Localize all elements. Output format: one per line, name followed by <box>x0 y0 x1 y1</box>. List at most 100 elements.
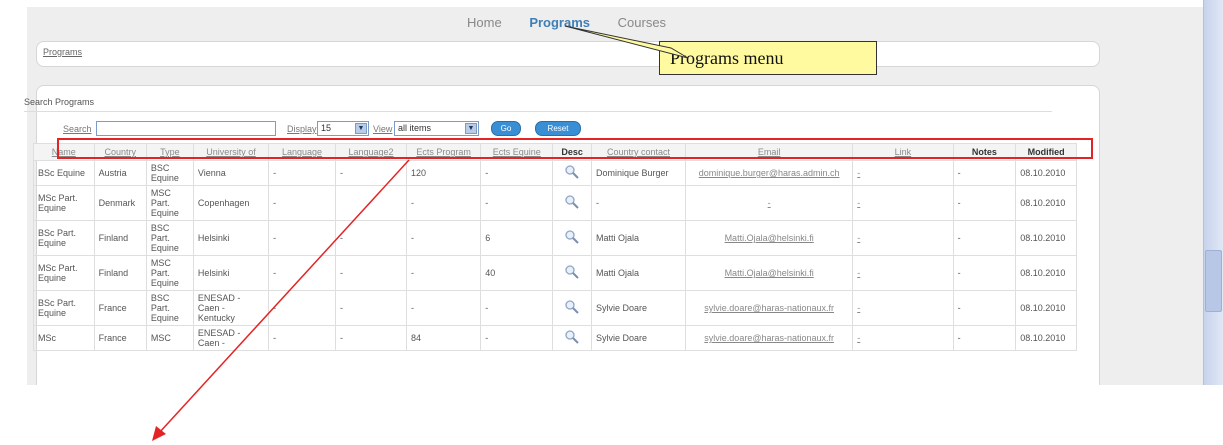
cell-modified: 08.10.2010 <box>1015 290 1077 326</box>
col-header-link[interactable]: Link <box>852 143 954 161</box>
cell-country: France <box>93 290 147 326</box>
divider <box>24 111 1052 112</box>
cell-language2: - <box>334 325 408 351</box>
desc-cell[interactable] <box>552 255 592 291</box>
magnifier-icon[interactable] <box>564 164 580 180</box>
display-select[interactable]: 15 ▼ <box>317 121 369 136</box>
table-row: MSc France MSC ENESAD - Caen - - -84- Sylvie D… <box>33 325 1077 351</box>
col-header-country[interactable]: Country <box>93 143 147 161</box>
col-header-ects-equine[interactable]: Ects Equine <box>480 143 554 161</box>
top-nav: Home Programs Courses <box>467 15 690 30</box>
cell-ects-program: - <box>406 255 482 291</box>
cell-link[interactable]: - <box>852 325 954 351</box>
search-input[interactable] <box>96 121 276 136</box>
nav-courses[interactable]: Courses <box>618 15 666 30</box>
cell-ects-equine: - <box>480 325 554 351</box>
cell-notes: - <box>952 255 1017 291</box>
cell-modified: 08.10.2010 <box>1015 255 1077 291</box>
cell-email[interactable]: dominique.burger@haras.admin.ch <box>685 160 854 186</box>
table-row: BSc Part. Equine France BSC Part. Equine EN… <box>33 290 1077 326</box>
cell-country: Finland <box>93 255 147 291</box>
cell-type: MSC <box>145 325 194 351</box>
cell-type: BSC Part. Equine <box>145 290 194 326</box>
view-value: all items <box>398 123 432 133</box>
nav-programs[interactable]: Programs <box>529 15 590 30</box>
cell-language: - <box>268 185 336 221</box>
cell-university: ENESAD - Caen - Kentucky <box>192 290 270 326</box>
cell-link[interactable]: - <box>852 185 954 221</box>
cell-modified: 08.10.2010 <box>1015 160 1077 186</box>
cell-type: BSC Part. Equine <box>145 220 194 256</box>
cell-name: BSc Equine <box>33 160 95 186</box>
desc-cell[interactable] <box>552 185 592 221</box>
chevron-down-icon: ▼ <box>465 123 477 134</box>
col-header-email[interactable]: Email <box>685 143 854 161</box>
cell-ects-equine: 6 <box>480 220 554 256</box>
magnifier-icon[interactable] <box>564 229 580 245</box>
cell-type: BSC Equine <box>145 160 194 186</box>
view-label: View <box>373 124 393 134</box>
cell-language2 <box>334 185 408 221</box>
reset-button[interactable]: Reset <box>535 121 581 136</box>
col-header-university[interactable]: University of <box>192 143 270 161</box>
desc-cell[interactable] <box>552 160 592 186</box>
col-header-language2[interactable]: Language2 <box>334 143 408 161</box>
display-value: 15 <box>321 123 332 133</box>
cell-email[interactable]: sylvie.doare@haras-nationaux.fr <box>685 290 854 326</box>
cell-email[interactable]: Matti.Ojala@helsinki.fi <box>685 220 854 256</box>
cell-contact: Sylvie Doare <box>590 290 687 326</box>
view-select[interactable]: all items ▼ <box>394 121 479 136</box>
programs-menu-callout: Programs menu <box>659 41 877 75</box>
chevron-down-icon: ▼ <box>355 123 367 134</box>
col-header-name[interactable]: Name <box>33 143 95 161</box>
cell-link[interactable]: - <box>852 160 954 186</box>
nav-home[interactable]: Home <box>467 15 502 30</box>
cell-language: - <box>268 290 336 326</box>
vertical-scrollbar[interactable] <box>1203 0 1223 385</box>
cell-email[interactable]: sylvie.doare@haras-nationaux.fr <box>685 325 854 351</box>
cell-email[interactable]: Matti.Ojala@helsinki.fi <box>685 255 854 291</box>
magnifier-icon[interactable] <box>564 299 580 315</box>
magnifier-icon[interactable] <box>564 264 580 280</box>
go-button[interactable]: Go <box>491 121 521 136</box>
cell-notes: - <box>952 185 1017 221</box>
col-header-ects-program[interactable]: Ects Program <box>406 143 482 161</box>
magnifier-icon[interactable] <box>564 329 580 345</box>
search-label: Search <box>63 124 92 134</box>
magnifier-icon[interactable] <box>564 194 580 210</box>
cell-contact: Matti Ojala <box>590 255 687 291</box>
cell-ects-program: 84 <box>406 325 482 351</box>
desc-cell[interactable] <box>552 290 592 326</box>
cell-country: France <box>93 325 147 351</box>
col-header-desc: Desc <box>552 143 592 161</box>
cell-country: Finland <box>93 220 147 256</box>
cell-ects-program: - <box>406 220 482 256</box>
scroll-thumb[interactable] <box>1205 250 1222 312</box>
col-header-country-contact[interactable]: Country contact <box>590 143 687 161</box>
table-row: MSc Part. Equine Denmark MSC Part. Equine C… <box>33 185 1077 221</box>
cell-university: ENESAD - Caen - <box>192 325 270 351</box>
breadcrumb: Programs <box>36 41 1100 67</box>
cell-type: MSC Part. Equine <box>145 185 194 221</box>
col-header-notes: Notes <box>952 143 1017 161</box>
cell-email[interactable]: - <box>685 185 854 221</box>
col-header-language[interactable]: Language <box>268 143 336 161</box>
cell-university: Helsinki <box>192 255 270 291</box>
cell-ects-program: - <box>406 185 482 221</box>
cell-notes: - <box>952 220 1017 256</box>
breadcrumb-programs[interactable]: Programs <box>43 47 82 57</box>
cell-contact: - <box>590 185 687 221</box>
cell-notes: - <box>952 290 1017 326</box>
table-row: MSc Part. Equine Finland MSC Part. Equine H… <box>33 255 1077 291</box>
cell-link[interactable]: - <box>852 290 954 326</box>
cell-link[interactable]: - <box>852 255 954 291</box>
cell-country: Denmark <box>93 185 147 221</box>
desc-cell[interactable] <box>552 325 592 351</box>
cell-link[interactable]: - <box>852 220 954 256</box>
cell-ects-equine: - <box>480 290 554 326</box>
cell-country: Austria <box>93 160 147 186</box>
table-row: BSc Part. Equine Finland BSC Part. Equine H… <box>33 220 1077 256</box>
desc-cell[interactable] <box>552 220 592 256</box>
col-header-type[interactable]: Type <box>145 143 194 161</box>
table-header-row: Name Country Type University of Language… <box>33 143 1077 161</box>
